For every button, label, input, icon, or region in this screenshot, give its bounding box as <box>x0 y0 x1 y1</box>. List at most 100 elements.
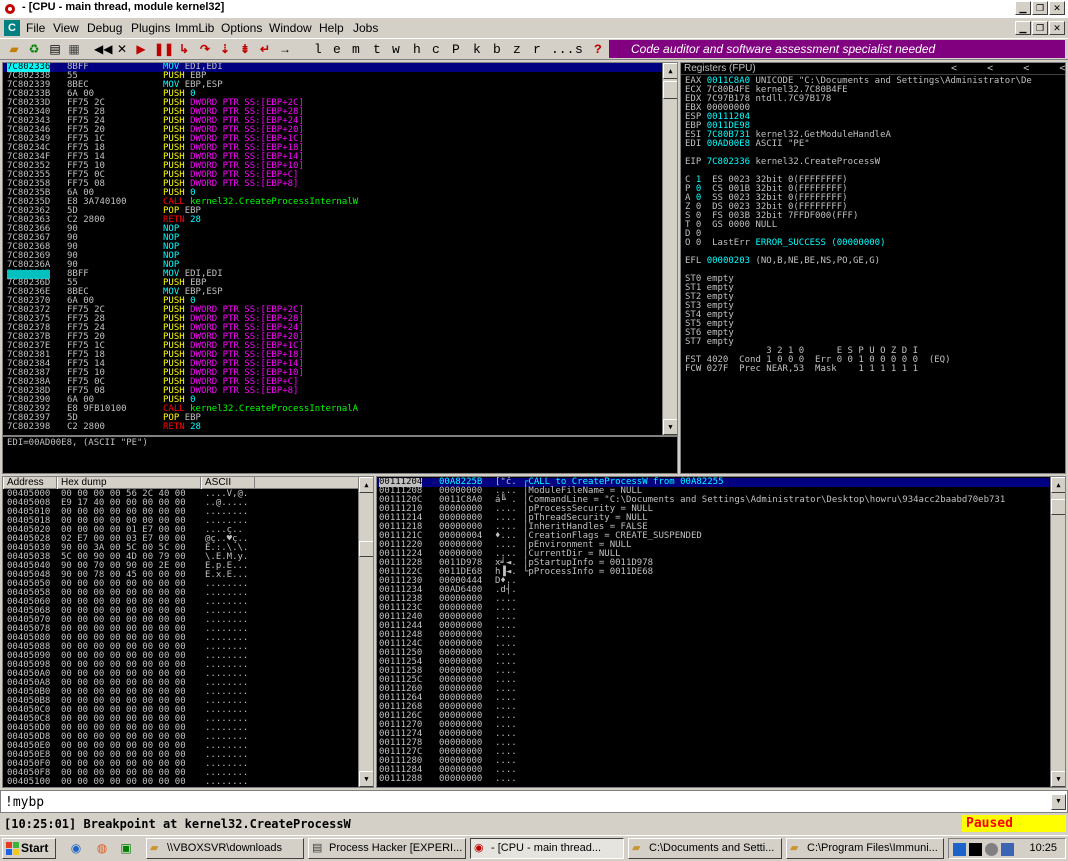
disasm-row[interactable]: 7C80236B 8BFF MOV EDI,EDI <box>3 270 663 279</box>
restore-button[interactable]: ❐ <box>1032 1 1048 15</box>
trace-into-icon[interactable]: ⇣ <box>217 41 233 58</box>
registers-header[interactable]: Registers (FPU) <box>684 64 756 74</box>
toolbar-memory-button[interactable]: m <box>352 42 360 57</box>
register-row[interactable]: EIP 7C802336 kernel32.CreateProcessW <box>685 158 880 167</box>
disasm-row[interactable]: 7C80236D 55 PUSH EBP <box>3 279 663 288</box>
log-icon[interactable]: ▤ <box>47 41 63 58</box>
stack-scrollbar[interactable]: ▲ ▼ <box>1050 477 1065 787</box>
register-row[interactable]: O 0 LastErr ERROR_SUCCESS (00000000) <box>685 239 886 248</box>
task-process-hacker[interactable]: ▤ Process Hacker [EXPERI... <box>308 838 466 859</box>
dump-scroll-up-icon[interactable]: ▲ <box>359 477 373 493</box>
stack-pane[interactable]: 00111204 00A8225B ["č. ┌CALL to CreateProce… <box>376 476 1066 788</box>
toolbar-help-button[interactable]: ? <box>594 42 602 57</box>
toolbar-callstack-button[interactable]: k <box>473 42 481 57</box>
stack-scroll-thumb[interactable] <box>1051 499 1065 515</box>
toolbar-handles-button[interactable]: h <box>413 42 421 57</box>
shield-icon[interactable] <box>1001 843 1014 856</box>
task-immunity-cpu[interactable]: ◉ - [CPU - main thread... <box>470 838 624 859</box>
memory-dump-pane[interactable]: Address Hex dump ASCII 00405000 00 00 00 … <box>2 476 374 788</box>
console-tray-icon[interactable] <box>969 843 982 856</box>
disasm-row[interactable]: 7C802339 8BEC MOV EBP,ESP <box>3 81 663 90</box>
stack-scroll-up-icon[interactable]: ▲ <box>1051 477 1065 493</box>
menu-help[interactable]: Help <box>319 21 344 35</box>
menu-plugins[interactable]: Plugins <box>131 21 170 35</box>
toolbar-cpu-button[interactable]: c <box>432 42 440 57</box>
disasm-row[interactable]: 7C802369 90 NOP <box>3 252 663 261</box>
register-row[interactable]: EDI 00AD00E8 ASCII "PE" <box>685 140 810 149</box>
toolbar-references-button[interactable]: r <box>533 42 541 57</box>
disasm-row[interactable]: 7C802367 90 NOP <box>3 234 663 243</box>
stack-row[interactable]: 00111288 00000000.... <box>377 775 1049 784</box>
disasm-row[interactable]: 7C802366 90 NOP <box>3 225 663 234</box>
toolbar-modules-button[interactable]: e <box>333 42 341 57</box>
disasm-row[interactable]: 7C80235D E8 3A740100 CALL kernel32.CreateP… <box>3 198 663 207</box>
menu-options[interactable]: Options <box>221 21 262 35</box>
toolbar-log-button[interactable]: l <box>314 42 322 57</box>
start-button[interactable]: Start <box>2 838 56 859</box>
menu-debug[interactable]: Debug <box>87 21 122 35</box>
task-documents[interactable]: ▰ C:\Documents and Setti... <box>628 838 782 859</box>
dump-header-hex[interactable]: Hex dump <box>57 477 201 489</box>
disasm-row[interactable]: 7C802398 C2 2800 RETN 28 <box>3 423 663 432</box>
task-downloads[interactable]: ▰ \\VBOXSVR\downloads <box>146 838 304 859</box>
step-into-icon[interactable]: ↳ <box>176 41 192 58</box>
execute-till-return-icon[interactable]: ↵ <box>257 41 273 58</box>
disasm-row[interactable]: 7C802336 8BFF MOV EDI,EDI <box>3 63 661 72</box>
promo-banner[interactable]: Code auditor and software assessment spe… <box>609 40 1065 58</box>
close-button[interactable]: ✕ <box>1049 1 1065 15</box>
dump-header-ascii[interactable]: ASCII <box>201 477 255 489</box>
stop-icon[interactable]: ✕ <box>115 41 129 58</box>
quicklaunch-browser-icon[interactable]: ◉ <box>68 840 84 857</box>
toolbar-z-button[interactable]: z <box>513 42 521 57</box>
menu-window[interactable]: Window <box>269 21 312 35</box>
run-icon[interactable]: ▶ <box>134 41 148 58</box>
dump-header-address[interactable]: Address <box>3 477 57 489</box>
registers-pane[interactable]: Registers (FPU) < < < < EAX 0011C8A0 UNI… <box>680 62 1066 474</box>
scroll-up-arrow-icon[interactable]: ▲ <box>663 63 677 79</box>
mdi-close-button[interactable]: ✕ <box>1049 21 1065 35</box>
disasm-row[interactable]: 7C802392 E8 9FB10100 CALL kernel32.CreateP… <box>3 405 663 414</box>
dump-scroll-thumb[interactable] <box>359 541 373 557</box>
open-icon[interactable]: ▰ <box>6 41 22 58</box>
menu-view[interactable]: View <box>53 21 79 35</box>
minimize-button[interactable]: ▁ <box>1015 1 1031 15</box>
rewind-icon[interactable]: ◀◀ <box>94 41 112 58</box>
pause-icon[interactable]: ❚❚ <box>154 41 174 58</box>
quicklaunch-desktop-icon[interactable]: ▣ <box>118 840 134 857</box>
command-input[interactable]: !mybp <box>5 795 44 810</box>
go-to-icon[interactable]: → <box>277 41 293 58</box>
restart-icon[interactable]: ♻ <box>26 41 42 58</box>
toolbar-run-trace-button[interactable]: ... <box>551 42 574 57</box>
task-program-files[interactable]: ▰ C:\Program Files\Immuni... <box>786 838 944 859</box>
toolbar-breakpoints-button[interactable]: b <box>493 42 501 57</box>
disk-icon[interactable] <box>985 843 998 856</box>
toolbar-threads-button[interactable]: t <box>373 42 381 57</box>
command-bar[interactable]: !mybp ▼ <box>0 790 1068 813</box>
toolbar-patches-button[interactable]: P <box>452 42 460 57</box>
disassembly-pane[interactable]: 7C802336 8BFF MOV EDI,EDI 7C802338 55 PUSH EB… <box>2 62 678 436</box>
mdi-minimize-button[interactable]: ▁ <box>1015 21 1031 35</box>
disasm-row[interactable]: 7C802363 C2 2800 RETN 28 <box>3 216 663 225</box>
disasm-row[interactable]: 7C80236E 8BEC MOV EBP,ESP <box>3 288 663 297</box>
stack-scroll-down-icon[interactable]: ▼ <box>1051 771 1065 787</box>
cpu-window-icon[interactable]: C <box>4 20 20 36</box>
menu-jobs[interactable]: Jobs <box>353 21 378 35</box>
mdi-restore-button[interactable]: ❐ <box>1032 21 1048 35</box>
dump-scroll-down-icon[interactable]: ▼ <box>359 771 373 787</box>
scroll-down-arrow-icon[interactable]: ▼ <box>663 419 677 435</box>
disasm-row[interactable]: 7C802358 FF75 08 PUSH DWORD PTR SS:[EBP+8] <box>3 180 663 189</box>
quicklaunch-media-icon[interactable]: ◍ <box>94 840 110 857</box>
dump-scrollbar[interactable]: ▲ ▼ <box>358 477 373 787</box>
disasm-row[interactable]: 7C80238D FF75 08 PUSH DWORD PTR SS:[EBP+8] <box>3 387 663 396</box>
console-icon[interactable]: ▦ <box>66 41 82 58</box>
disasm-row[interactable]: 7C802338 55 PUSH EBP <box>3 72 663 81</box>
network-icon[interactable] <box>953 843 966 856</box>
toolbar-source-button[interactable]: s <box>575 42 583 57</box>
scroll-thumb[interactable] <box>663 81 677 99</box>
menu-file[interactable]: File <box>26 21 45 35</box>
menu-immlib[interactable]: ImmLib <box>175 21 214 35</box>
register-row[interactable]: EFL 00000203 (NO,B,NE,BE,NS,PO,GE,G) <box>685 257 880 266</box>
trace-over-icon[interactable]: ⇟ <box>237 41 253 58</box>
registers-nav-arrows-icon[interactable]: < < < < <box>951 64 1065 74</box>
disasm-row[interactable]: 7C80236A 90 NOP <box>3 261 663 270</box>
